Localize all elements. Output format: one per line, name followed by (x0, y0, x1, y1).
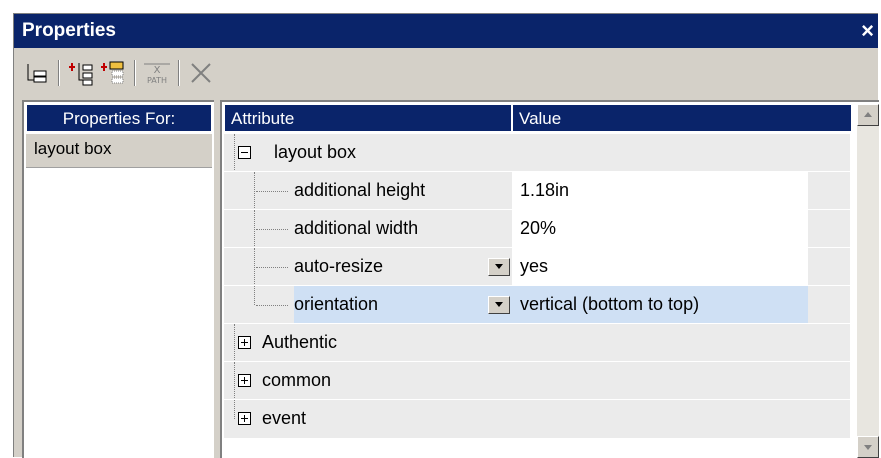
xpath-button[interactable]: X PATH (142, 58, 172, 88)
list-item[interactable]: layout box (26, 134, 212, 168)
add-child-button[interactable] (98, 58, 128, 88)
close-icon[interactable]: × (861, 18, 874, 44)
tree-line (254, 286, 256, 305)
add-child-icon (101, 61, 124, 84)
attribute-value[interactable]: 20% (512, 210, 808, 247)
dropdown-button[interactable] (488, 258, 510, 276)
delete-button[interactable] (186, 58, 216, 88)
xpath-icon: X PATH (144, 63, 170, 85)
properties-window: Properties × X PATH Properties For: layo… (13, 13, 879, 458)
vertical-scrollbar[interactable] (857, 104, 879, 458)
tree-view-icon (27, 64, 47, 83)
toolbar: X PATH (14, 50, 878, 94)
scroll-up-button[interactable] (857, 104, 879, 126)
tree-line (256, 191, 288, 193)
title-bar: Properties × (14, 14, 878, 48)
dropdown-button[interactable] (488, 296, 510, 314)
expand-icon[interactable] (238, 374, 251, 387)
table-row[interactable]: auto-resize yes (224, 248, 850, 286)
attribute-grid: Attribute Value layout box additional he… (220, 100, 879, 458)
expand-icon[interactable] (238, 412, 251, 425)
properties-for-pane: Properties For: layout box (22, 100, 214, 458)
group-row-event[interactable]: event (224, 400, 850, 438)
toolbar-separator (134, 60, 136, 86)
attribute-name: auto-resize (294, 256, 384, 276)
table-row-selected[interactable]: orientation vertical (bottom to top) (224, 286, 850, 324)
attribute-value[interactable]: 1.18in (512, 172, 808, 209)
attribute-name: orientation (294, 294, 379, 314)
group-row-layout-box[interactable]: layout box (224, 134, 850, 172)
tree-line (234, 400, 236, 419)
attribute-value[interactable]: yes (512, 248, 808, 285)
tree-line (234, 324, 236, 362)
tree-line (234, 362, 236, 400)
expand-icon[interactable] (238, 336, 251, 349)
attribute-value[interactable]: vertical (bottom to top) (512, 286, 808, 323)
group-label: event (262, 408, 307, 428)
tree-line (234, 134, 236, 172)
delete-icon (191, 63, 211, 83)
tree-line (256, 267, 288, 269)
properties-for-header: Properties For: (26, 104, 212, 132)
attribute-name: additional width (294, 218, 419, 238)
tree-view-button[interactable] (22, 58, 52, 88)
group-label: Authentic (262, 332, 338, 352)
column-header-attribute[interactable]: Attribute (224, 104, 512, 132)
attribute-name: additional height (294, 180, 426, 200)
add-attribute-icon (69, 63, 93, 86)
svg-text:X: X (154, 65, 161, 76)
table-row[interactable]: additional height 1.18in (224, 172, 850, 210)
tree-line (256, 305, 288, 307)
add-attribute-button[interactable] (66, 58, 96, 88)
group-label: common (262, 370, 332, 390)
window-title: Properties (22, 20, 116, 41)
column-header-value[interactable]: Value (512, 104, 852, 132)
tree-line (256, 229, 288, 231)
group-row-common[interactable]: common (224, 362, 850, 400)
collapse-icon[interactable] (238, 146, 251, 159)
toolbar-separator (178, 60, 180, 86)
scroll-down-button[interactable] (857, 436, 879, 458)
table-row[interactable]: additional width 20% (224, 210, 850, 248)
group-label: layout box (274, 142, 357, 162)
xpath-label: PATH (147, 76, 167, 85)
group-row-authentic[interactable]: Authentic (224, 324, 850, 362)
toolbar-separator (58, 60, 60, 86)
